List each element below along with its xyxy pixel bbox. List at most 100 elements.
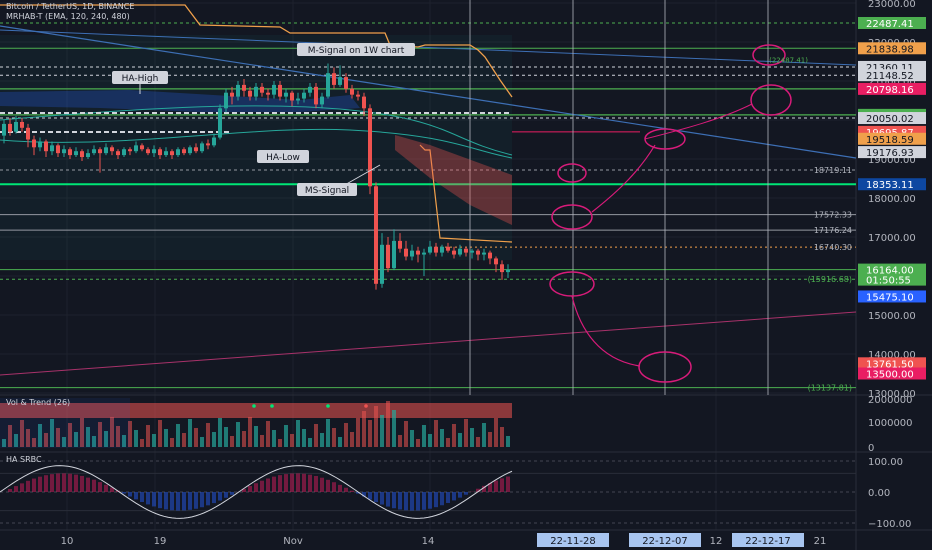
candle-body	[428, 246, 432, 253]
candle-body	[242, 84, 246, 91]
volume-bar	[428, 434, 432, 447]
volume-bar	[260, 435, 264, 447]
ha-axis-tick: 0.00	[868, 488, 890, 499]
date-tag-label: 22-12-07	[642, 536, 687, 547]
candle-body	[104, 147, 108, 154]
volume-bar	[482, 423, 486, 447]
ha-histogram-bar	[62, 473, 66, 492]
ha-histogram-bar	[260, 480, 264, 492]
candle-body	[158, 149, 162, 156]
volume-bar	[242, 431, 246, 447]
ha-histogram-bar	[188, 492, 192, 510]
candle-body	[212, 137, 216, 146]
volume-bar	[320, 433, 324, 447]
ha-high-callout-label: HA-High	[122, 74, 159, 84]
ha-histogram-bar	[86, 477, 90, 492]
volume-bar	[422, 425, 426, 447]
candle-body	[218, 108, 222, 138]
ha-histogram-bar	[158, 492, 162, 509]
price-level-tag-text: 19176.93	[866, 148, 914, 159]
volume-bar	[392, 410, 396, 447]
price-axis-tick: 17000.00	[868, 233, 916, 244]
candle-body	[266, 92, 270, 95]
volume-bar	[158, 420, 162, 447]
candle-body	[488, 252, 492, 259]
volume-bar	[236, 422, 240, 447]
ha-histogram-bar	[26, 480, 30, 492]
ha-histogram-bar	[8, 489, 12, 492]
ha-histogram-bar	[452, 492, 456, 501]
candle-body	[476, 250, 480, 255]
ha-histogram-bar	[380, 492, 384, 505]
candle-body	[164, 151, 168, 156]
candle-body	[452, 250, 456, 255]
ha-histogram-bar	[230, 492, 234, 495]
ha-histogram-bar	[440, 492, 444, 506]
volume-bar	[200, 437, 204, 447]
candle-body	[314, 86, 318, 105]
candle-body	[338, 77, 342, 85]
volume-bar	[374, 406, 378, 447]
candle-body	[8, 123, 12, 132]
price-level-tag-text: 19518.59	[866, 135, 914, 146]
volume-bar	[476, 437, 480, 447]
volume-bar	[458, 433, 462, 447]
volume-bar	[140, 439, 144, 447]
volume-bar	[152, 434, 156, 447]
volume-pane-title[interactable]: Vol & Trend (26)	[6, 398, 70, 407]
time-axis-tick: 21	[814, 536, 827, 547]
candle-body	[92, 149, 96, 154]
volume-bar	[326, 419, 330, 447]
price-axis-tick: 15000.00	[868, 311, 916, 322]
date-tag-label: 22-11-28	[550, 536, 595, 547]
candle-body	[374, 186, 378, 284]
candle-body	[458, 248, 462, 255]
candle-body	[44, 141, 48, 152]
candle-body	[380, 244, 384, 284]
volume-bar	[440, 429, 444, 447]
candle-body	[182, 149, 186, 154]
candle-body	[368, 108, 372, 187]
ha-histogram-bar	[248, 485, 252, 492]
volume-bar	[362, 411, 366, 447]
symbol-title[interactable]: Bitcoin / TetherUS, 1D, BINANCE	[6, 2, 134, 11]
ha-histogram-bar	[494, 480, 498, 492]
candle-body	[416, 250, 420, 255]
time-axis-tick: 12	[710, 536, 723, 547]
candle-body	[68, 149, 72, 156]
candle-body	[332, 73, 336, 85]
ha-histogram-bar	[458, 492, 462, 498]
candle-body	[206, 143, 210, 146]
ha-histogram-bar	[152, 492, 156, 507]
volume-bar	[332, 428, 336, 447]
volume-bar	[500, 427, 504, 447]
candle-body	[200, 143, 204, 152]
ha-histogram-bar	[332, 482, 336, 492]
ha-histogram-bar	[284, 474, 288, 492]
candle-body	[494, 258, 498, 265]
candle-body	[86, 153, 90, 158]
volume-bar	[266, 421, 270, 447]
chart-canvas[interactable]: M-Signal on 1W chart HA-High HA-Low MS-Sign…	[0, 0, 932, 550]
candle-body	[62, 149, 66, 154]
volume-bar	[146, 425, 150, 447]
time-axis-tick: 10	[61, 536, 74, 547]
candle-body	[320, 96, 324, 105]
candle-body	[392, 240, 396, 269]
ha-axis-tick: 100.00	[868, 457, 903, 468]
price-level-tag-text: 21148.52	[866, 71, 914, 82]
ha-pane-title[interactable]: HA SRBC	[6, 455, 42, 464]
ha-histogram-bar	[278, 475, 282, 492]
trend-dot	[252, 404, 256, 408]
volume-bar	[218, 418, 222, 447]
ha-histogram-bar	[224, 492, 228, 498]
candle-body	[446, 246, 450, 251]
volume-bar	[470, 428, 474, 447]
candle-body	[128, 149, 132, 152]
indicator-title[interactable]: MRHAB-T (EMA, 120, 240, 480)	[6, 12, 130, 21]
volume-bar	[176, 424, 180, 447]
candle-body	[386, 244, 390, 269]
ha-histogram-bar	[422, 492, 426, 510]
ha-histogram-bar	[344, 487, 348, 492]
volume-bar	[284, 425, 288, 447]
